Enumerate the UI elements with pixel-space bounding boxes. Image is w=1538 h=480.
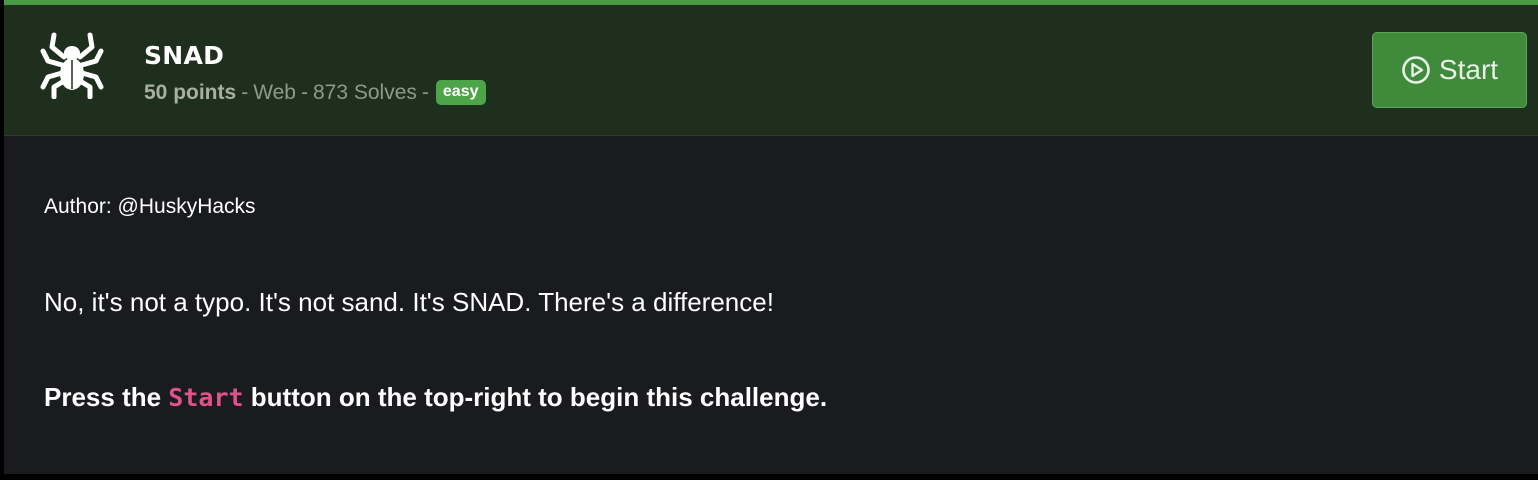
spider-icon (40, 32, 104, 99)
solves-count: 873 Solves (313, 80, 417, 104)
challenge-description: No, it's not a typo. It's not sand. It's… (44, 287, 774, 317)
challenge-meta: 50 points - Web - 873 Solves - easy (144, 80, 486, 105)
meta-separator: - (421, 80, 429, 104)
start-instruction: Press the Start button on the top-right … (44, 382, 827, 413)
instruction-prefix: Press the (44, 382, 169, 412)
difficulty-badge: easy (435, 80, 486, 105)
play-circle-icon (1402, 56, 1430, 84)
category-label: Web (253, 80, 296, 104)
instruction-code: Start (168, 383, 244, 412)
author-line: Author: @HuskyHacks (44, 195, 256, 218)
meta-separator: - (241, 80, 249, 104)
instruction-suffix: button on the top-right to begin this ch… (243, 382, 828, 412)
meta-separator: - (301, 80, 308, 104)
start-button-label: Start (1438, 54, 1499, 85)
challenge-card: SNAD 50 points - Web - 873 Solves - easy… (4, 0, 1538, 474)
start-button[interactable]: Start (1372, 32, 1527, 108)
points-value: 50 points (144, 80, 237, 104)
challenge-header: SNAD 50 points - Web - 873 Solves - easy… (4, 5, 1538, 136)
challenge-title: SNAD (144, 41, 225, 70)
